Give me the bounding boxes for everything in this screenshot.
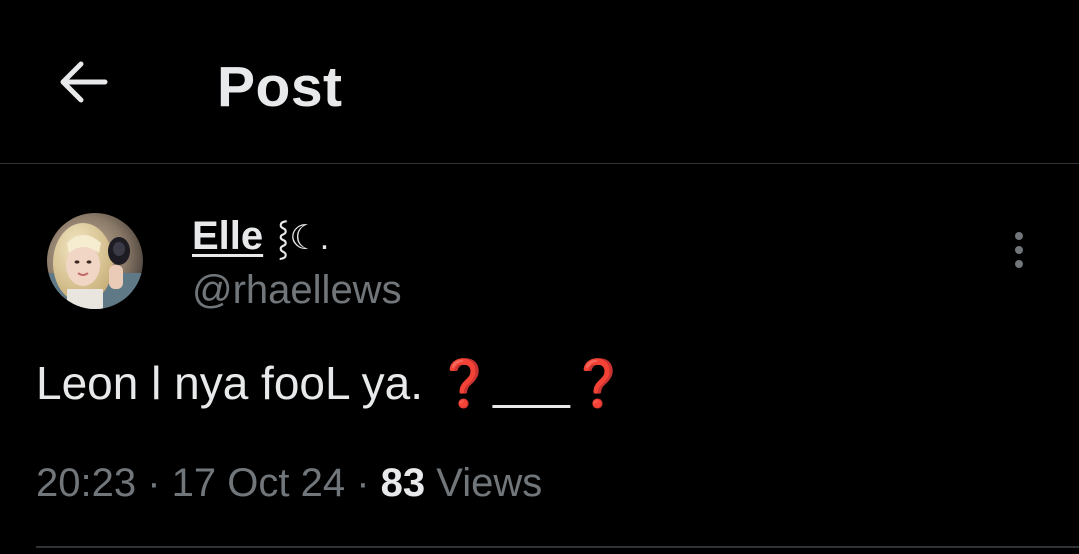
post-time[interactable]: 20:23 xyxy=(36,461,136,505)
views-count[interactable]: 83 xyxy=(381,461,426,505)
author-name-link[interactable]: Elle ⸾☾. xyxy=(192,214,329,260)
arrow-left-icon xyxy=(60,61,108,103)
question-mark-emoji: ❓ xyxy=(435,357,494,409)
author-handle[interactable]: @rhaellews xyxy=(192,267,402,313)
divider xyxy=(36,546,1079,548)
meta-separator: · xyxy=(345,461,381,505)
display-name: Elle xyxy=(192,214,264,258)
back-button[interactable] xyxy=(50,52,116,112)
top-bar: Post xyxy=(0,0,1079,164)
post-text-part: ___ xyxy=(493,357,570,409)
name-decoration: ⸾☾. xyxy=(277,219,330,257)
question-mark-emoji: ❓ xyxy=(569,357,628,409)
more-options-button[interactable] xyxy=(998,225,1040,275)
more-vertical-icon-dot xyxy=(1015,246,1023,254)
post-text: Leon l nya fooL ya. ❓___❓ xyxy=(36,354,627,412)
post-text-part: Leon l nya fooL ya. xyxy=(36,357,436,409)
avatar[interactable] xyxy=(47,213,143,309)
more-vertical-icon xyxy=(1015,232,1023,240)
more-vertical-icon-dot xyxy=(1015,260,1023,268)
views-label[interactable]: Views xyxy=(425,461,542,505)
meta-separator: · xyxy=(136,461,172,505)
post-date[interactable]: 17 Oct 24 xyxy=(172,461,345,505)
avatar-image xyxy=(47,213,143,309)
page-title: Post xyxy=(217,55,343,119)
post-meta: 20:23 · 17 Oct 24 · 83 Views xyxy=(36,458,542,508)
post[interactable]: Elle ⸾☾. @rhaellews Leon l nya fooL ya. … xyxy=(0,165,1079,554)
post-screen: Post Elle ⸾☾. @rhaellews Leon l nya fooL… xyxy=(0,0,1079,554)
